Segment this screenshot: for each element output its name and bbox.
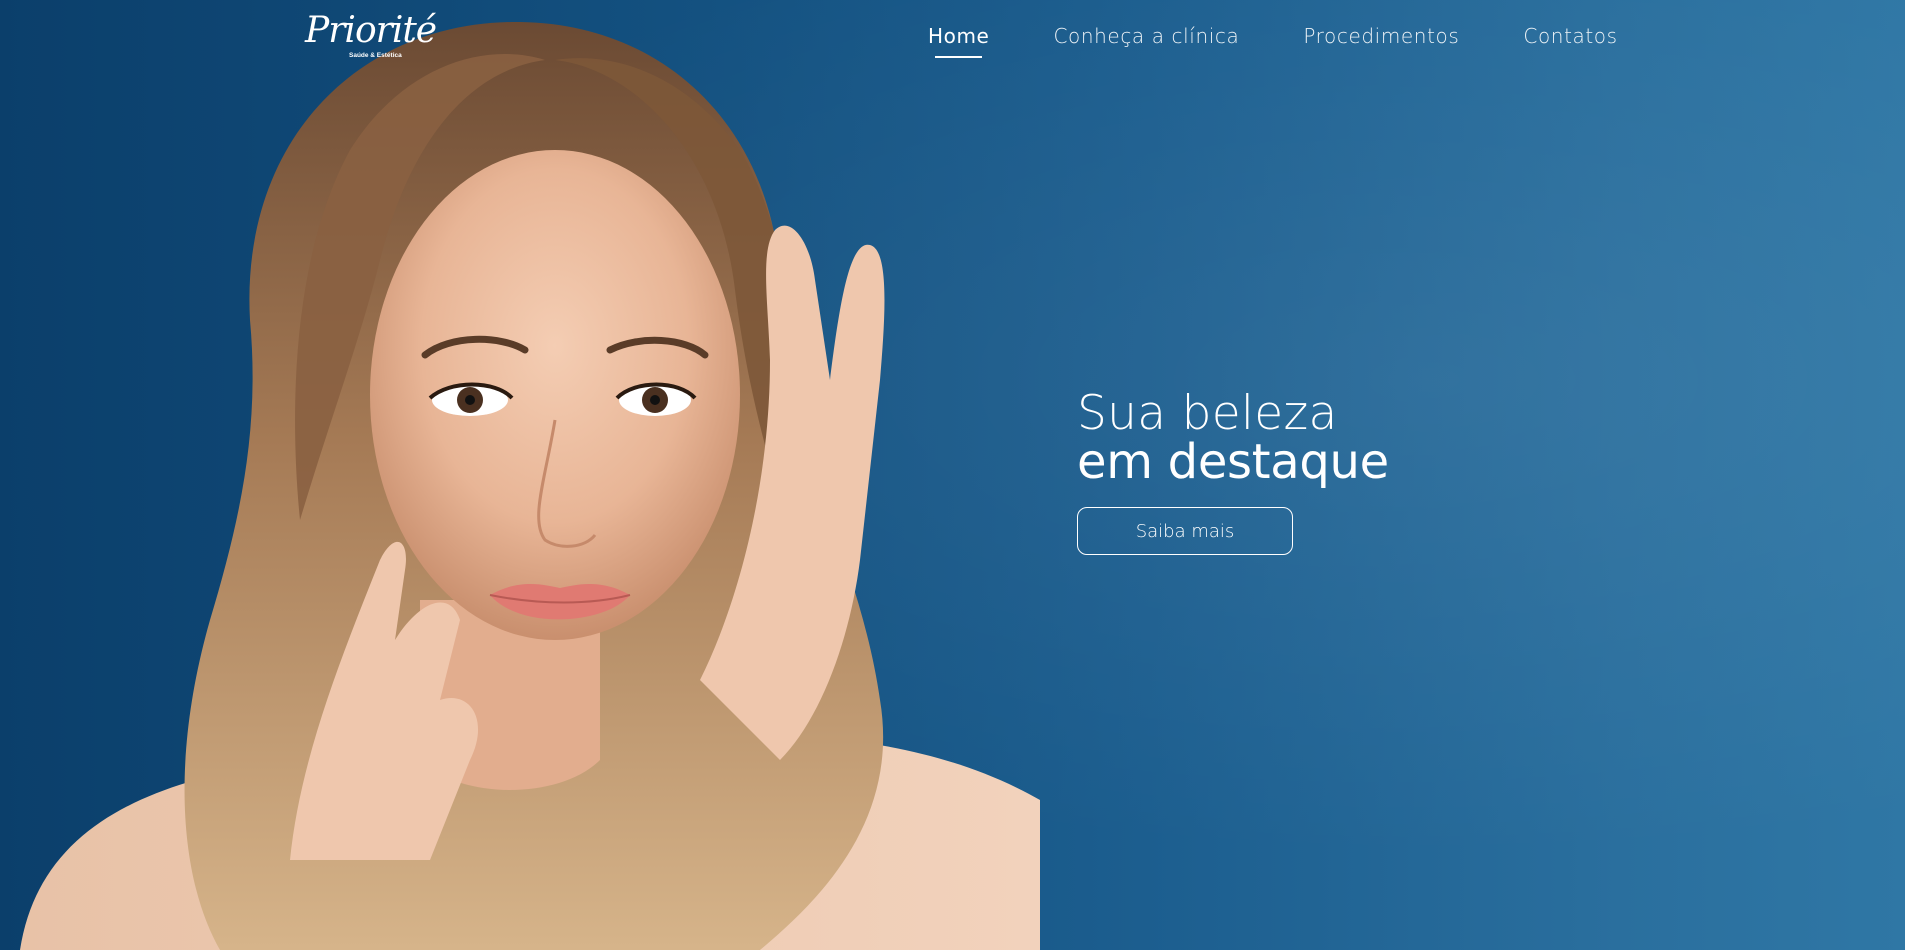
- hero-headline-line2: em destaque: [1077, 434, 1389, 490]
- brand-logo[interactable]: Priorité Saúde & Estética: [305, 10, 437, 68]
- logo-subtext: Saúde & Estética: [349, 52, 402, 59]
- nav-item-label: Procedimentos: [1303, 24, 1460, 48]
- logo-text: Priorité: [305, 10, 437, 51]
- nav-item-conheca-a-clinica[interactable]: Conheça a clínica: [1053, 24, 1239, 48]
- hero-headline-line1: Sua beleza: [1077, 386, 1338, 441]
- nav-item-contatos[interactable]: Contatos: [1523, 24, 1617, 48]
- nav-active-underline: [935, 56, 983, 58]
- hero-section: Priorité Saúde & Estética Home Conheça a…: [0, 0, 1905, 950]
- nav-item-label: Home: [928, 24, 990, 48]
- nav-item-home[interactable]: Home: [928, 24, 990, 58]
- hero-portrait-image: [20, 21, 1040, 950]
- hero-headline: Sua beleza em destaque: [1077, 386, 1389, 490]
- main-nav: Home Conheça a clínica Procedimentos Con…: [928, 24, 1618, 58]
- nav-item-label: Conheça a clínica: [1053, 24, 1240, 48]
- nav-item-procedimentos[interactable]: Procedimentos: [1303, 24, 1459, 48]
- saiba-mais-button[interactable]: Saiba mais: [1077, 507, 1293, 555]
- nav-item-label: Contatos: [1523, 24, 1618, 48]
